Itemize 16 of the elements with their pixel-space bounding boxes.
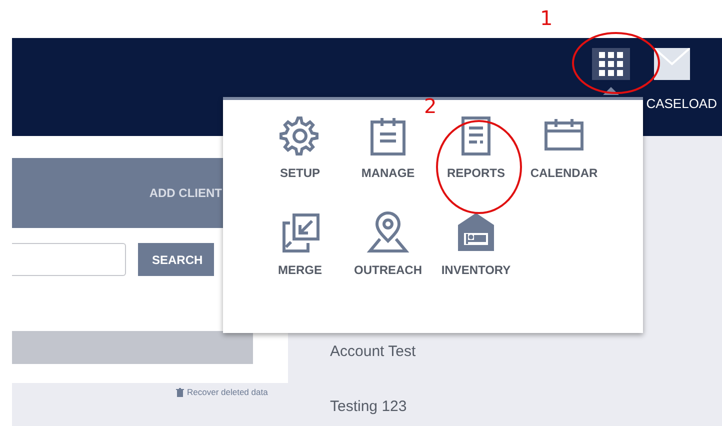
- location-pin-icon: [366, 211, 410, 255]
- caseload-label[interactable]: CASELOAD: [646, 96, 717, 111]
- search-button[interactable]: SEARCH: [138, 243, 214, 276]
- client-name[interactable]: Account Test: [330, 343, 416, 360]
- menu-item[interactable]: INVENTORY: [432, 211, 520, 308]
- menu-item[interactable]: CALENDAR: [520, 114, 608, 211]
- menu-item[interactable]: OUTREACH: [344, 211, 432, 308]
- menu-item[interactable]: MERGE: [256, 211, 344, 308]
- client-name[interactable]: Testing 123: [330, 398, 416, 415]
- search-field[interactable]: [12, 243, 126, 276]
- apps-grid-button[interactable]: [592, 48, 630, 80]
- trash-icon: [176, 388, 184, 396]
- mail-icon[interactable]: [654, 48, 690, 80]
- menu-item[interactable]: SETUP: [256, 114, 344, 211]
- recover-link[interactable]: Recover deleted data: [187, 387, 268, 397]
- annotation-number: 1: [540, 6, 553, 30]
